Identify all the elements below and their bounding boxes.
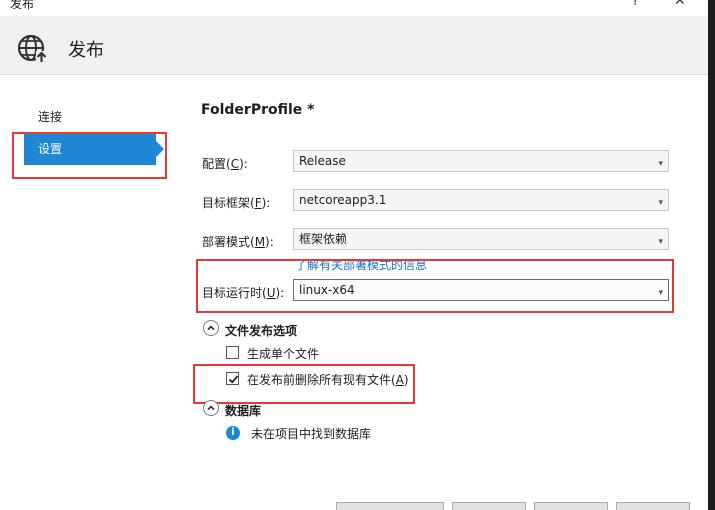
delete-existing-files-checkbox[interactable] (226, 372, 239, 385)
footer-button-4[interactable] (616, 502, 690, 510)
chevron-down-icon: ▾ (658, 237, 663, 247)
no-database-message: 未在项目中找到数据库 (251, 427, 372, 441)
selection-arrow-icon (156, 141, 164, 157)
section-title: 文件发布选项 (225, 324, 298, 338)
configuration-label: 配置(C): (202, 157, 248, 171)
configuration-value: Release (299, 154, 346, 168)
close-button[interactable]: ✕ (674, 0, 686, 9)
dialog-header: 发布 (0, 16, 708, 75)
target-framework-value: netcoreapp3.1 (299, 193, 387, 207)
help-button[interactable]: ? (632, 0, 639, 9)
target-runtime-label: 目标运行时(U): (202, 286, 285, 300)
target-framework-label: 目标框架(F): (202, 196, 271, 210)
delete-existing-files-label: 在发布前删除所有现有文件(A) (247, 373, 409, 387)
footer-button-1[interactable] (336, 502, 444, 510)
sidebar-item-settings[interactable]: 设置 (24, 133, 164, 165)
footer-button-2[interactable] (452, 502, 526, 510)
deployment-mode-label: 部署模式(M): (202, 235, 274, 249)
sidebar-item-label: 设置 (38, 142, 63, 156)
window-title: 发布 (10, 0, 35, 11)
chevron-down-icon: ▾ (658, 198, 663, 208)
header-title: 发布 (68, 40, 104, 61)
chevron-down-icon: ▾ (658, 288, 663, 298)
publish-dialog: 发布 ? ✕ 发布 连接 设置 FolderProfile * 配置(C): R… (0, 0, 708, 510)
target-runtime-select[interactable]: linux-x64 ▾ (293, 279, 669, 301)
single-file-checkbox[interactable] (226, 346, 239, 359)
collapse-toggle-icon[interactable] (203, 320, 219, 336)
deployment-mode-value: 框架依赖 (299, 232, 348, 246)
title-bar: 发布 ? ✕ (0, 0, 708, 16)
globe-publish-icon (16, 32, 48, 64)
single-file-label: 生成单个文件 (247, 347, 320, 361)
deployment-mode-link[interactable]: 了解有关部署模式的信息 (295, 256, 427, 273)
sidebar-item-label: 连接 (38, 110, 63, 124)
configuration-select[interactable]: Release ▾ (293, 150, 669, 172)
section-title: 数据库 (225, 404, 262, 418)
deployment-mode-select[interactable]: 框架依赖 ▾ (293, 228, 669, 250)
target-runtime-value: linux-x64 (299, 283, 355, 297)
target-framework-select[interactable]: netcoreapp3.1 ▾ (293, 189, 669, 211)
sidebar: 连接 设置 (0, 75, 180, 510)
footer-button-3[interactable] (534, 502, 608, 510)
sidebar-item-connection[interactable]: 连接 (24, 101, 156, 133)
collapse-toggle-icon[interactable] (203, 400, 219, 416)
chevron-down-icon: ▾ (658, 159, 663, 169)
profile-title: FolderProfile * (201, 102, 315, 118)
info-icon: i (226, 426, 240, 440)
